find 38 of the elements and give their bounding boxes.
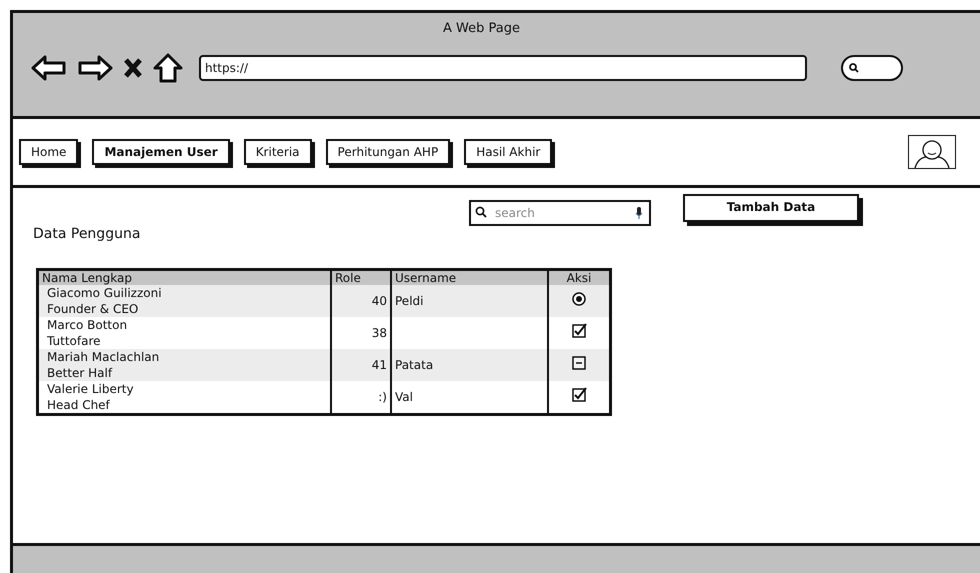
user-avatar[interactable] — [908, 134, 956, 169]
table-cell: 38 — [331, 316, 391, 349]
column-header: Role — [331, 269, 391, 285]
checkbox[interactable] — [572, 387, 586, 402]
microphone-icon[interactable] — [635, 206, 643, 220]
table-cell: Mariah Maclachlan Better Half — [38, 348, 331, 381]
search-icon — [475, 206, 487, 218]
close-icon[interactable] — [123, 57, 143, 79]
forward-icon[interactable] — [77, 55, 113, 81]
checkbox[interactable] — [572, 355, 586, 370]
column-header: Nama Lengkap — [38, 269, 331, 285]
nav-button[interactable]: Home — [19, 138, 78, 165]
nav-button[interactable]: Manajemen User — [92, 138, 230, 165]
checkbox[interactable] — [572, 323, 586, 338]
window-title: A Web Page — [442, 20, 521, 38]
browser-search-field[interactable] — [841, 55, 903, 81]
nav-button[interactable]: Perhitungan AHP — [326, 138, 450, 165]
nav-button[interactable]: Kriteria — [244, 138, 312, 165]
table-cell: Val — [391, 380, 548, 414]
table-cell: 40 — [331, 284, 391, 317]
search-icon — [849, 63, 859, 73]
address-bar[interactable]: https:// — [199, 55, 807, 81]
user-icon — [912, 138, 952, 168]
page-title: Data Pengguna — [33, 226, 142, 242]
nav-button[interactable]: Hasil Akhir — [464, 138, 552, 165]
table-cell: Valerie Liberty Head Chef — [38, 380, 331, 414]
table-cell: Patata — [391, 348, 548, 381]
table-cell: Peldi — [391, 284, 548, 317]
table-cell: Giacomo Guilizzoni Founder & CEO — [38, 284, 331, 317]
radio-button[interactable] — [572, 292, 586, 306]
table-cell: 41 — [331, 348, 391, 381]
home-icon[interactable] — [153, 53, 183, 83]
column-header: Aksi — [548, 269, 610, 285]
table-cell: Marco Botton Tuttofare — [38, 316, 331, 349]
search-field[interactable]: search — [469, 200, 651, 226]
column-header: Username — [391, 269, 548, 285]
back-icon[interactable] — [31, 55, 67, 81]
table-cell: :) — [331, 380, 391, 414]
